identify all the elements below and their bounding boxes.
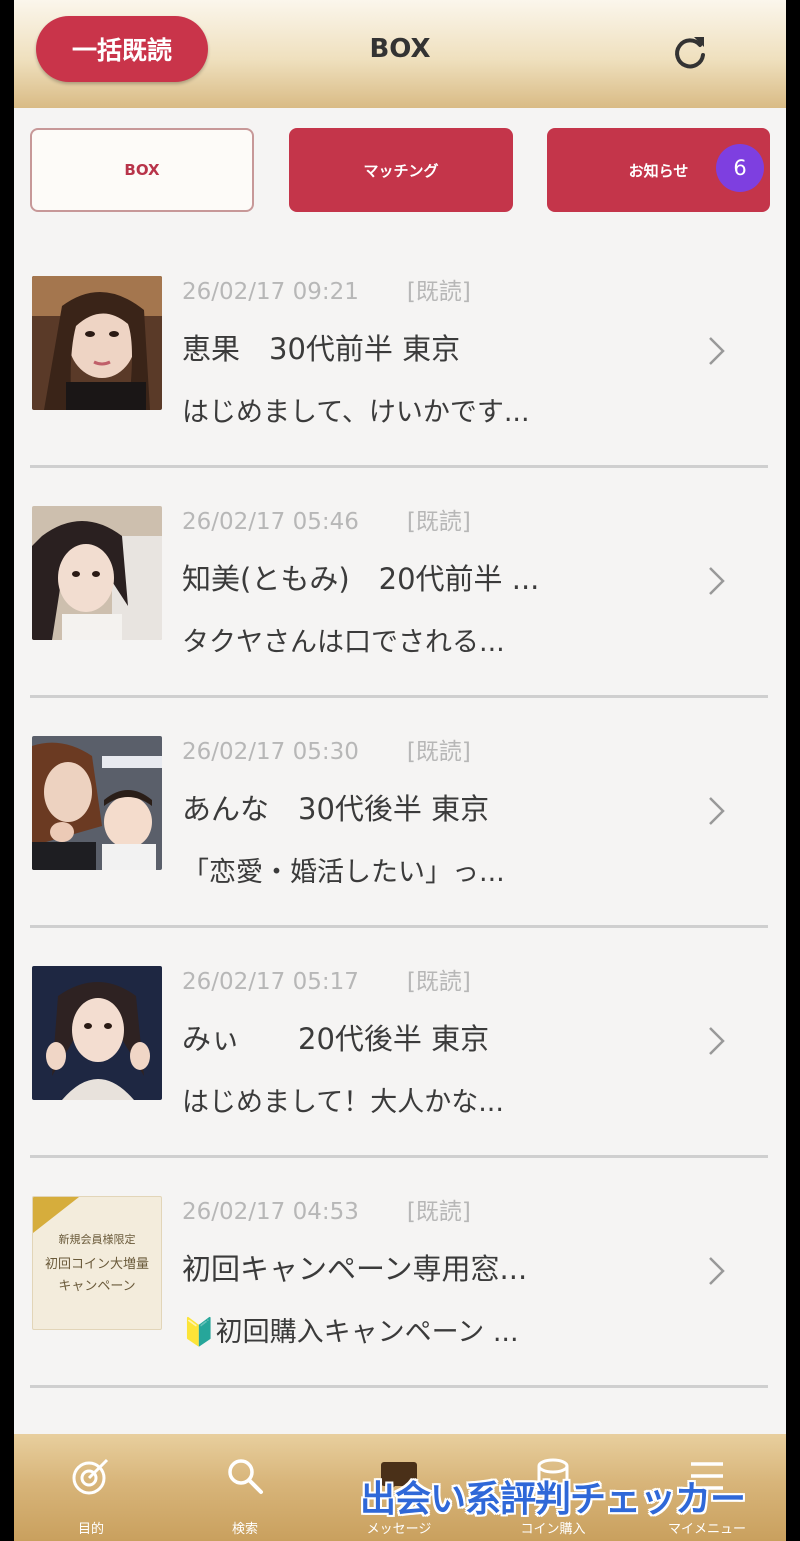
chevron-right-icon	[709, 797, 725, 825]
message-preview: 🔰初回購入キャンペーン ...	[182, 1317, 519, 1348]
chevron-right-icon	[709, 1027, 725, 1055]
chevron-right-icon	[709, 567, 725, 595]
sender-name: あんな 30代後半 東京	[182, 792, 490, 826]
message-preview: はじめまして！大人かな...	[182, 1087, 504, 1118]
message-preview: はじめまして、けいかです...	[182, 397, 530, 428]
message-row[interactable]: 26/02/17 05:30 [既読] あんな 30代後半 東京 「恋愛・婚活した…	[14, 698, 786, 928]
message-timestamp: 26/02/17 04:53	[182, 1199, 359, 1225]
avatar	[32, 276, 162, 410]
read-status: [既読]	[406, 969, 471, 995]
message-preview: 「恋愛・婚活したい」っ...	[182, 857, 505, 888]
read-status: [既読]	[406, 1199, 471, 1225]
tab-box[interactable]: BOX	[30, 128, 254, 212]
nav-label: 目的	[77, 1522, 104, 1537]
app-screen: 一括既読 BOX BOX マッチング お知らせ 6 26/02/17 09:21…	[14, 0, 786, 1541]
watermark: 出会い系評判チェッカー	[360, 1479, 746, 1520]
sender-name: 恵果 30代前半 東京	[182, 332, 461, 366]
campaign-line1: 新規会員様限定	[58, 1233, 136, 1246]
avatar	[32, 506, 162, 640]
sender-name: 初回キャンペーン専用窓...	[182, 1252, 528, 1286]
tab-notice[interactable]: お知らせ 6	[547, 128, 770, 212]
chevron-right-icon	[709, 337, 725, 365]
tab-matching-label: マッチング	[363, 161, 439, 180]
tab-notice-label: お知らせ	[628, 161, 689, 180]
message-meta: 26/02/17 05:46 [既読]	[182, 502, 471, 536]
message-timestamp: 26/02/17 09:21	[182, 279, 359, 305]
nav-item-search[interactable]: 検索	[168, 1434, 322, 1541]
message-row[interactable]: 26/02/17 05:46 [既読] 知美(ともみ) 20代前半 ... タクヤ…	[14, 468, 786, 698]
read-status: [既読]	[406, 739, 471, 765]
message-preview: タクヤさんは口でされる...	[182, 627, 505, 658]
read-status: [既読]	[406, 509, 471, 535]
message-timestamp: 26/02/17 05:46	[182, 509, 359, 535]
avatar	[32, 736, 162, 870]
notice-count-badge: 6	[716, 144, 764, 192]
sender-name: みぃ 20代後半 東京	[182, 1022, 490, 1056]
message-timestamp: 26/02/17 05:17	[182, 969, 359, 995]
chevron-right-icon	[709, 1257, 725, 1285]
message-timestamp: 26/02/17 05:30	[182, 739, 359, 765]
header-bar: 一括既読 BOX	[14, 0, 786, 108]
avatar	[32, 966, 162, 1100]
tab-matching[interactable]: マッチング	[289, 128, 513, 212]
sender-name: 知美(ともみ) 20代前半 ...	[182, 562, 540, 596]
message-list: 26/02/17 09:21 [既読] 恵果 30代前半 東京 はじめまして、けい…	[14, 238, 786, 1388]
message-row[interactable]: 26/02/17 09:21 [既読] 恵果 30代前半 東京 はじめまして、けい…	[14, 238, 786, 468]
message-meta: 26/02/17 05:17 [既読]	[182, 962, 471, 996]
message-meta: 26/02/17 05:30 [既読]	[182, 732, 471, 766]
target-icon	[72, 1458, 109, 1495]
nav-label: 検索	[231, 1522, 258, 1537]
campaign-line2: 初回コイン大増量	[44, 1257, 149, 1272]
message-row[interactable]: 新規会員様限定 初回コイン大増量 キャンペーン 26/02/17 04:53 [既…	[14, 1158, 786, 1388]
message-meta: 26/02/17 09:21 [既読]	[182, 272, 471, 306]
campaign-thumbnail: 新規会員様限定 初回コイン大増量 キャンペーン	[32, 1196, 162, 1330]
message-meta: 26/02/17 04:53 [既読]	[182, 1192, 471, 1226]
campaign-line3: キャンペーン	[58, 1279, 136, 1294]
nav-item-purpose[interactable]: 目的	[14, 1434, 168, 1541]
read-status: [既読]	[406, 279, 471, 305]
tab-box-label: BOX	[124, 161, 160, 179]
search-icon	[228, 1459, 263, 1494]
refresh-icon[interactable]	[670, 33, 710, 73]
message-row[interactable]: 26/02/17 05:17 [既読] みぃ 20代後半 東京 はじめまして！大人…	[14, 928, 786, 1158]
divider	[30, 1385, 768, 1388]
